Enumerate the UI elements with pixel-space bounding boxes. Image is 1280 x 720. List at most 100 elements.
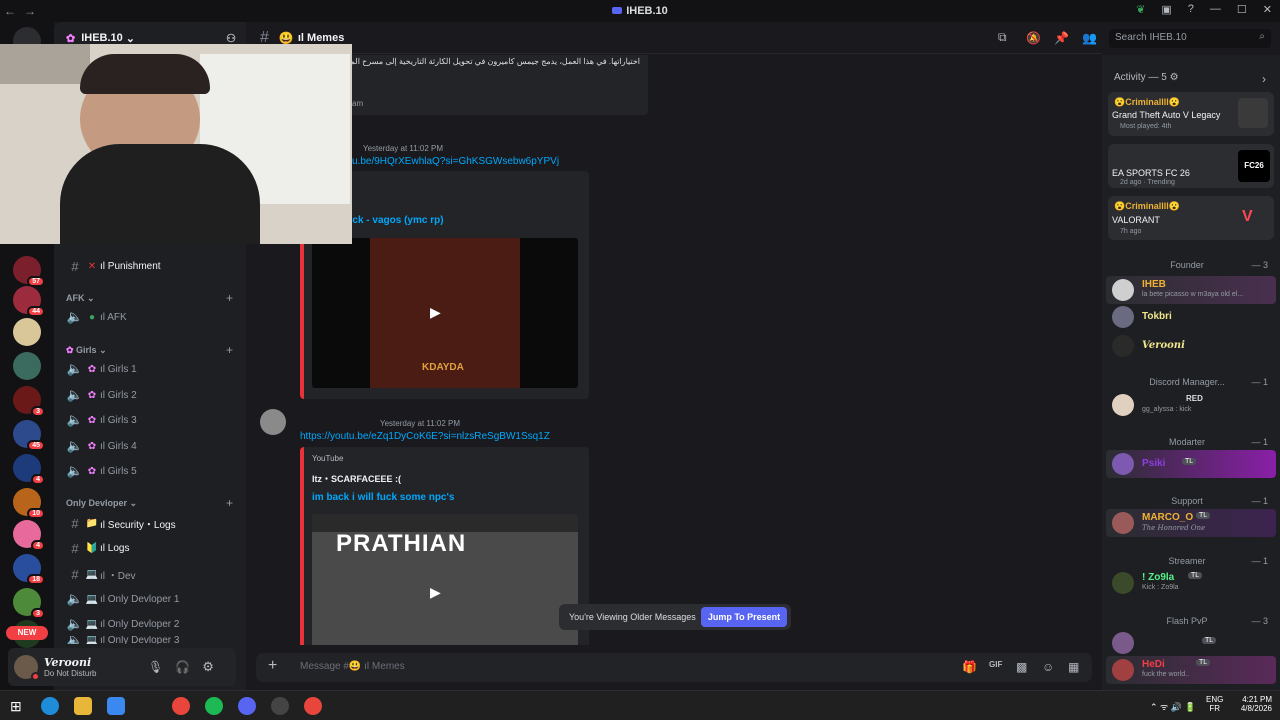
language-indicator[interactable]: ENG FR (1206, 695, 1223, 713)
flower-icon: ✿ (87, 440, 97, 452)
channel-punishment[interactable]: # ✕ ıl Punishment (62, 255, 238, 277)
search-input[interactable]: Search IHEB.10 ⌕ (1109, 29, 1271, 48)
member-row[interactable]: Psiki TL (1106, 450, 1276, 478)
text-channel-icon: # (71, 540, 79, 556)
member-row[interactable]: TL (1106, 629, 1276, 657)
member-status: Kick : Zo9la (1142, 584, 1179, 591)
leaf-icon[interactable]: ❦ (1136, 3, 1145, 16)
video-thumbnail[interactable]: PRATHIAN ▶ (312, 514, 578, 645)
member-row[interactable]: HeDi TL fuck the world.. (1106, 656, 1276, 684)
server-icon[interactable] (13, 318, 41, 346)
store-icon[interactable] (107, 697, 125, 715)
obs-icon[interactable] (271, 697, 289, 715)
play-icon[interactable]: ▶ (430, 304, 441, 321)
server-icon[interactable]: 3 (13, 588, 45, 619)
channel-afk[interactable]: 🔈 ● ıl AFK (62, 306, 238, 328)
channel-only-devloper-2[interactable]: 🔈 💻 ıl Only Devloper 2 (62, 613, 238, 635)
avatar[interactable] (14, 655, 40, 681)
channel-logs[interactable]: # 🔰 ıl Logs (62, 537, 238, 559)
avatar (1112, 632, 1134, 654)
discord-icon[interactable] (238, 697, 256, 715)
video-thumbnail[interactable]: KDAYDA ▶ (312, 238, 578, 388)
message-link[interactable]: u.be/9HQrXEwhlaQ?si=GhKSGWsebw6pYPVj (352, 156, 559, 167)
file-explorer-icon[interactable] (74, 697, 92, 715)
activity-card[interactable]: 😮Criminallll😮 VALORANT 7h ago V (1108, 196, 1274, 240)
member-row[interactable]: MARCO_O TL The Honored One (1106, 509, 1276, 537)
play-icon[interactable]: ▶ (430, 584, 441, 601)
minimize-icon[interactable]: — (1210, 3, 1221, 16)
activity-card[interactable]: EA SPORTS FC 26 2d ago · Trending FC26 (1108, 144, 1274, 188)
channel-girls-2[interactable]: 🔈 ✿ ıl Girls 2 (62, 384, 238, 406)
gift-icon[interactable]: 🎁 (962, 660, 977, 674)
embed-title[interactable]: 'ck - vagos (ymc rp) (350, 215, 444, 226)
channel-only-devloper-1[interactable]: 🔈 💻 ıl Only Devloper 1 (62, 588, 238, 610)
pin-icon[interactable]: 📌 (1054, 31, 1069, 45)
invite-icon[interactable]: ⚇ (226, 32, 236, 45)
channel-only-devloper-3[interactable]: 🔈 💻 ıl Only Devloper 3 (62, 636, 238, 644)
headphones-icon[interactable]: 🎧 (175, 660, 190, 674)
user-info[interactable]: Verooni Do Not Disturb (44, 656, 134, 678)
add-channel-icon[interactable]: + (226, 343, 233, 357)
add-channel-icon[interactable]: + (226, 291, 233, 305)
channel-girls-4[interactable]: 🔈 ✿ ıl Girls 4 (62, 435, 238, 457)
attach-button[interactable]: + (268, 657, 277, 675)
activity-card[interactable]: 😮Criminallll😮 Grand Theft Auto V Legacy … (1108, 92, 1274, 136)
gear-icon[interactable]: ⚙ (202, 659, 214, 675)
server-icon[interactable]: 4 (13, 520, 45, 551)
channel-header: # 😃 ıl Memes ⧉ 🔕 📌 👥 (246, 22, 1102, 54)
maximize-icon[interactable]: ☐ (1237, 3, 1247, 16)
category-afk[interactable]: AFK ⌄ + (66, 291, 233, 305)
member-row[interactable]: IHEB la bete picasso w m3aya old el... (1106, 276, 1276, 304)
mute-icon[interactable]: 🔕 (1026, 31, 1041, 45)
gif-icon[interactable]: GIF (989, 660, 1002, 669)
server-icon[interactable]: 3 (13, 386, 45, 417)
member-tag: TL (1188, 572, 1203, 579)
microphone-icon[interactable]: 🎙 (148, 660, 163, 674)
server-icon[interactable]: 57 (13, 256, 45, 287)
windows-start-icon[interactable]: ⊞ (10, 698, 22, 715)
server-icon[interactable]: 18 (13, 554, 45, 585)
chevron-right-icon[interactable]: › (1262, 72, 1266, 86)
member-row[interactable]: Verooni (1106, 332, 1276, 360)
tray-icons[interactable]: ⌃ ᯤ 🔊 🔋 (1150, 700, 1196, 713)
channel-girls-3[interactable]: 🔈 ✿ ıl Girls 3 (62, 409, 238, 431)
close-icon[interactable]: ✕ (1263, 3, 1272, 16)
apps-icon[interactable]: ▦ (1068, 660, 1079, 674)
member-row[interactable]: Tokbri (1106, 303, 1276, 331)
activity-header[interactable]: Activity — 5 ⚙ (1114, 72, 1179, 83)
threads-icon[interactable]: ⧉ (998, 30, 1007, 45)
add-channel-icon[interactable]: + (226, 496, 233, 510)
channel-girls-5[interactable]: 🔈 ✿ ıl Girls 5 (62, 460, 238, 482)
message-input[interactable]: Message #😃 ıl Memes (300, 661, 405, 672)
channel-dev[interactable]: # 💻 ıl ・Dev (62, 563, 238, 585)
avatar[interactable] (260, 409, 286, 435)
category-only-devloper[interactable]: Only Devloper ⌄ + (66, 496, 233, 510)
role-header-flash-pvp: Flash PvP — 3 (1166, 616, 1268, 626)
server-icon[interactable]: 4 (13, 454, 45, 485)
channel-girls-1[interactable]: 🔈 ✿ ıl Girls 1 (62, 358, 238, 380)
category-girls[interactable]: ✿ Girls ⌄ + (66, 343, 233, 357)
server-icon[interactable]: 44 (13, 286, 45, 317)
embed-author[interactable]: Itz・SCARFACEEE :( (312, 472, 401, 485)
member-row[interactable]: ! Zo9la TL Kick : Zo9la (1106, 569, 1276, 597)
chrome-icon[interactable] (172, 697, 190, 715)
sticker-icon[interactable]: ▩ (1016, 660, 1027, 674)
message-link[interactable]: https://youtu.be/eZq1DyCoK6E?si=nlzsReSg… (300, 431, 550, 442)
inbox-icon[interactable]: ▣ (1161, 3, 1171, 16)
server-icon[interactable] (13, 352, 41, 380)
jump-to-present-button[interactable]: Jump To Present (701, 607, 787, 627)
chrome-icon[interactable] (304, 697, 322, 715)
unread-badge: 44 (27, 306, 45, 317)
server-icon[interactable]: 45 (13, 420, 45, 451)
server-icon[interactable]: 10 (13, 488, 45, 519)
emoji-icon[interactable]: ☺ (1042, 660, 1054, 674)
channel-security-logs[interactable]: # 📁 ıl Security・Logs (62, 512, 238, 534)
member-name: Tokbri (1142, 311, 1172, 322)
help-icon[interactable]: ? (1188, 3, 1194, 16)
clock[interactable]: 4:21 PM 4/8/2026 (1232, 695, 1272, 713)
embed-title[interactable]: im back i will fuck some npc's (312, 492, 454, 503)
spotify-icon[interactable] (205, 697, 223, 715)
edge-icon[interactable] (41, 697, 59, 715)
member-row[interactable]: RED gg_alyssa : kick (1106, 391, 1276, 419)
member-list-icon[interactable]: 👥 (1082, 31, 1097, 45)
